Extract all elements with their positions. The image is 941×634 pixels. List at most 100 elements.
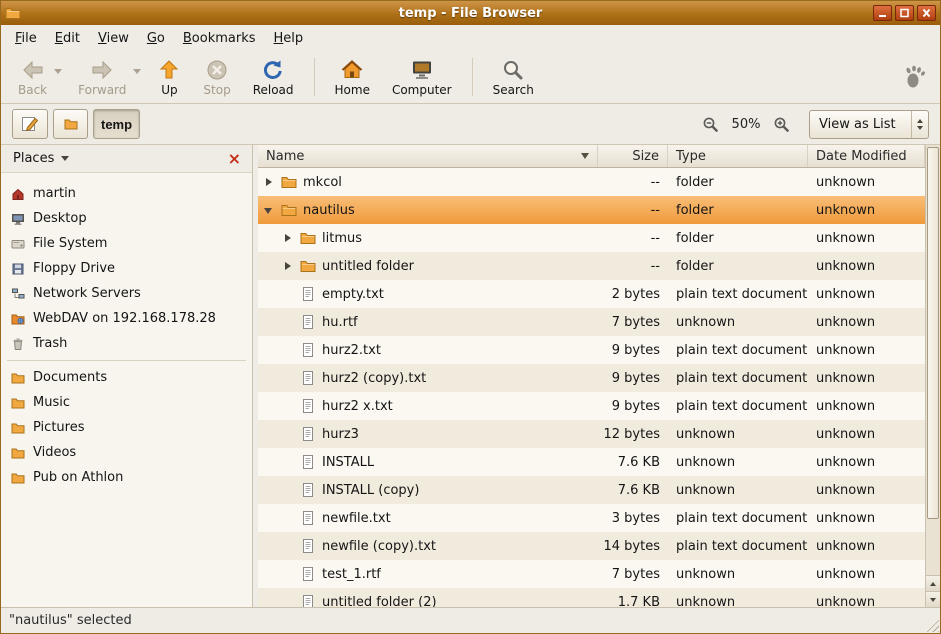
file-row-mkcol[interactable]: mkcol--folderunknown bbox=[258, 168, 925, 196]
zoom-in-button[interactable] bbox=[771, 114, 792, 135]
path-root-button[interactable] bbox=[53, 109, 88, 139]
file-modified: unknown bbox=[808, 336, 925, 364]
forward-history-arrow-icon bbox=[133, 69, 141, 74]
file-size: -- bbox=[598, 196, 668, 224]
column-header-size[interactable]: Size bbox=[598, 145, 668, 167]
place-floppy-drive[interactable]: Floppy Drive bbox=[1, 256, 252, 281]
expander-closed-icon[interactable] bbox=[283, 233, 294, 244]
view-as-spinner[interactable] bbox=[911, 111, 928, 138]
view-as-select[interactable]: View as List bbox=[809, 110, 929, 139]
vertical-scrollbar[interactable] bbox=[925, 145, 940, 607]
file-modified: unknown bbox=[808, 280, 925, 308]
file-row-empty-txt[interactable]: empty.txt2 bytesplain text documentunkno… bbox=[258, 280, 925, 308]
column-header-name[interactable]: Name bbox=[258, 145, 598, 167]
file-type: unknown bbox=[668, 476, 808, 504]
file-row-untitled-folder-2[interactable]: untitled folder (2)1.7 KBunknownunknown bbox=[258, 588, 925, 607]
expander-closed-icon[interactable] bbox=[264, 177, 275, 188]
close-sidebar-button[interactable]: × bbox=[224, 150, 245, 168]
menu-view[interactable]: View bbox=[89, 27, 138, 50]
scroll-up-button[interactable] bbox=[926, 575, 940, 591]
file-row-install[interactable]: INSTALL7.6 KBunknownunknown bbox=[258, 448, 925, 476]
resize-grip[interactable] bbox=[925, 618, 939, 632]
column-header-date-modified[interactable]: Date Modified bbox=[808, 145, 925, 167]
file-row-newfile-copy-txt[interactable]: newfile (copy).txt14 bytesplain text doc… bbox=[258, 532, 925, 560]
places-list: martinDesktopFile System Floppy Drive Netw… bbox=[1, 173, 252, 607]
file-row-install-copy[interactable]: INSTALL (copy)7.6 KBunknownunknown bbox=[258, 476, 925, 504]
menu-file[interactable]: File bbox=[6, 27, 46, 50]
folder-icon bbox=[300, 258, 316, 274]
expander-closed-icon[interactable] bbox=[283, 261, 294, 272]
file-type: plain text document bbox=[668, 364, 808, 392]
user-home-icon bbox=[11, 187, 25, 201]
file-row-newfile-txt[interactable]: newfile.txt3 bytesplain text documentunk… bbox=[258, 504, 925, 532]
reload-label: Reload bbox=[253, 83, 294, 97]
home-button[interactable]: Home bbox=[324, 56, 381, 99]
text-file-icon bbox=[300, 482, 316, 498]
file-size: 2 bytes bbox=[598, 280, 668, 308]
home-icon bbox=[340, 58, 364, 82]
text-file-icon bbox=[300, 454, 316, 470]
close-button[interactable] bbox=[917, 5, 936, 21]
path-current-button[interactable]: temp bbox=[93, 109, 140, 139]
file-row-nautilus[interactable]: nautilus--folderunknown bbox=[258, 196, 925, 224]
file-row-hurz2-copy-txt[interactable]: hurz2 (copy).txt9 bytesplain text docume… bbox=[258, 364, 925, 392]
expander-open-icon[interactable] bbox=[264, 205, 275, 216]
file-row-hurz3[interactable]: hurz312 bytesunknownunknown bbox=[258, 420, 925, 448]
scrollbar-thumb[interactable] bbox=[927, 147, 939, 519]
throbber bbox=[902, 64, 934, 90]
file-name: nautilus bbox=[303, 203, 355, 218]
file-name: hu.rtf bbox=[322, 315, 358, 330]
menu-bookmarks[interactable]: Bookmarks bbox=[174, 27, 265, 50]
place-webdav-on-192-168-178-28[interactable]: WebDAV on 192.168.178.28 bbox=[1, 306, 252, 331]
menu-help[interactable]: Help bbox=[265, 27, 313, 50]
text-file-icon bbox=[300, 286, 316, 302]
toggle-location-entry-button[interactable] bbox=[12, 109, 48, 139]
place-desktop[interactable]: Desktop bbox=[1, 206, 252, 231]
titlebar[interactable]: temp - File Browser bbox=[1, 1, 940, 25]
search-button[interactable]: Search bbox=[482, 56, 545, 99]
scroll-down-button[interactable] bbox=[926, 591, 940, 607]
place-label: Trash bbox=[33, 336, 67, 351]
text-file-icon bbox=[300, 426, 316, 442]
place-file-system[interactable]: File System bbox=[1, 231, 252, 256]
column-header-type[interactable]: Type bbox=[668, 145, 808, 167]
stop-label: Stop bbox=[203, 83, 230, 97]
file-size: -- bbox=[598, 224, 668, 252]
file-row-hu-rtf[interactable]: hu.rtf7 bytesunknownunknown bbox=[258, 308, 925, 336]
place-pictures[interactable]: Pictures bbox=[1, 415, 252, 440]
file-row-hurz2-txt[interactable]: hurz2.txt9 bytesplain text documentunkno… bbox=[258, 336, 925, 364]
computer-button[interactable]: Computer bbox=[381, 56, 463, 99]
text-file-icon bbox=[300, 314, 316, 330]
folder-small-icon bbox=[11, 421, 25, 435]
file-name: untitled folder bbox=[322, 259, 414, 274]
file-row-test-1-rtf[interactable]: test_1.rtf7 bytesunknownunknown bbox=[258, 560, 925, 588]
scrollbar-track[interactable] bbox=[927, 146, 939, 574]
zoom-out-button[interactable] bbox=[700, 114, 721, 135]
file-type: plain text document bbox=[668, 392, 808, 420]
menu-go[interactable]: Go bbox=[138, 27, 174, 50]
file-size: 9 bytes bbox=[598, 364, 668, 392]
reload-button[interactable]: Reload bbox=[242, 56, 305, 99]
file-row-untitled-folder[interactable]: untitled folder--folderunknown bbox=[258, 252, 925, 280]
place-documents[interactable]: Documents bbox=[1, 365, 252, 390]
file-row-litmus[interactable]: litmus--folderunknown bbox=[258, 224, 925, 252]
up-button[interactable]: Up bbox=[146, 56, 192, 99]
edit-location-icon bbox=[20, 114, 40, 134]
file-browser-window: temp - File Browser FileEditViewGoBookma… bbox=[0, 0, 941, 634]
places-selector[interactable]: Places bbox=[8, 148, 74, 169]
place-music[interactable]: Music bbox=[1, 390, 252, 415]
place-network-servers[interactable]: Network Servers bbox=[1, 281, 252, 306]
file-row-hurz2-x-txt[interactable]: hurz2 x.txt9 bytesplain text documentunk… bbox=[258, 392, 925, 420]
place-martin[interactable]: martin bbox=[1, 181, 252, 206]
place-pub-on-athlon[interactable]: Pub on Athlon bbox=[1, 465, 252, 490]
menu-edit[interactable]: Edit bbox=[46, 27, 89, 50]
place-trash[interactable]: Trash bbox=[1, 331, 252, 356]
file-modified: unknown bbox=[808, 588, 925, 607]
maximize-button[interactable] bbox=[895, 5, 914, 21]
chevron-down-icon bbox=[61, 156, 69, 161]
zoom-in-icon bbox=[773, 116, 790, 133]
text-file-icon bbox=[300, 566, 316, 582]
place-label: Floppy Drive bbox=[33, 261, 115, 276]
minimize-button[interactable] bbox=[873, 5, 892, 21]
place-videos[interactable]: Videos bbox=[1, 440, 252, 465]
